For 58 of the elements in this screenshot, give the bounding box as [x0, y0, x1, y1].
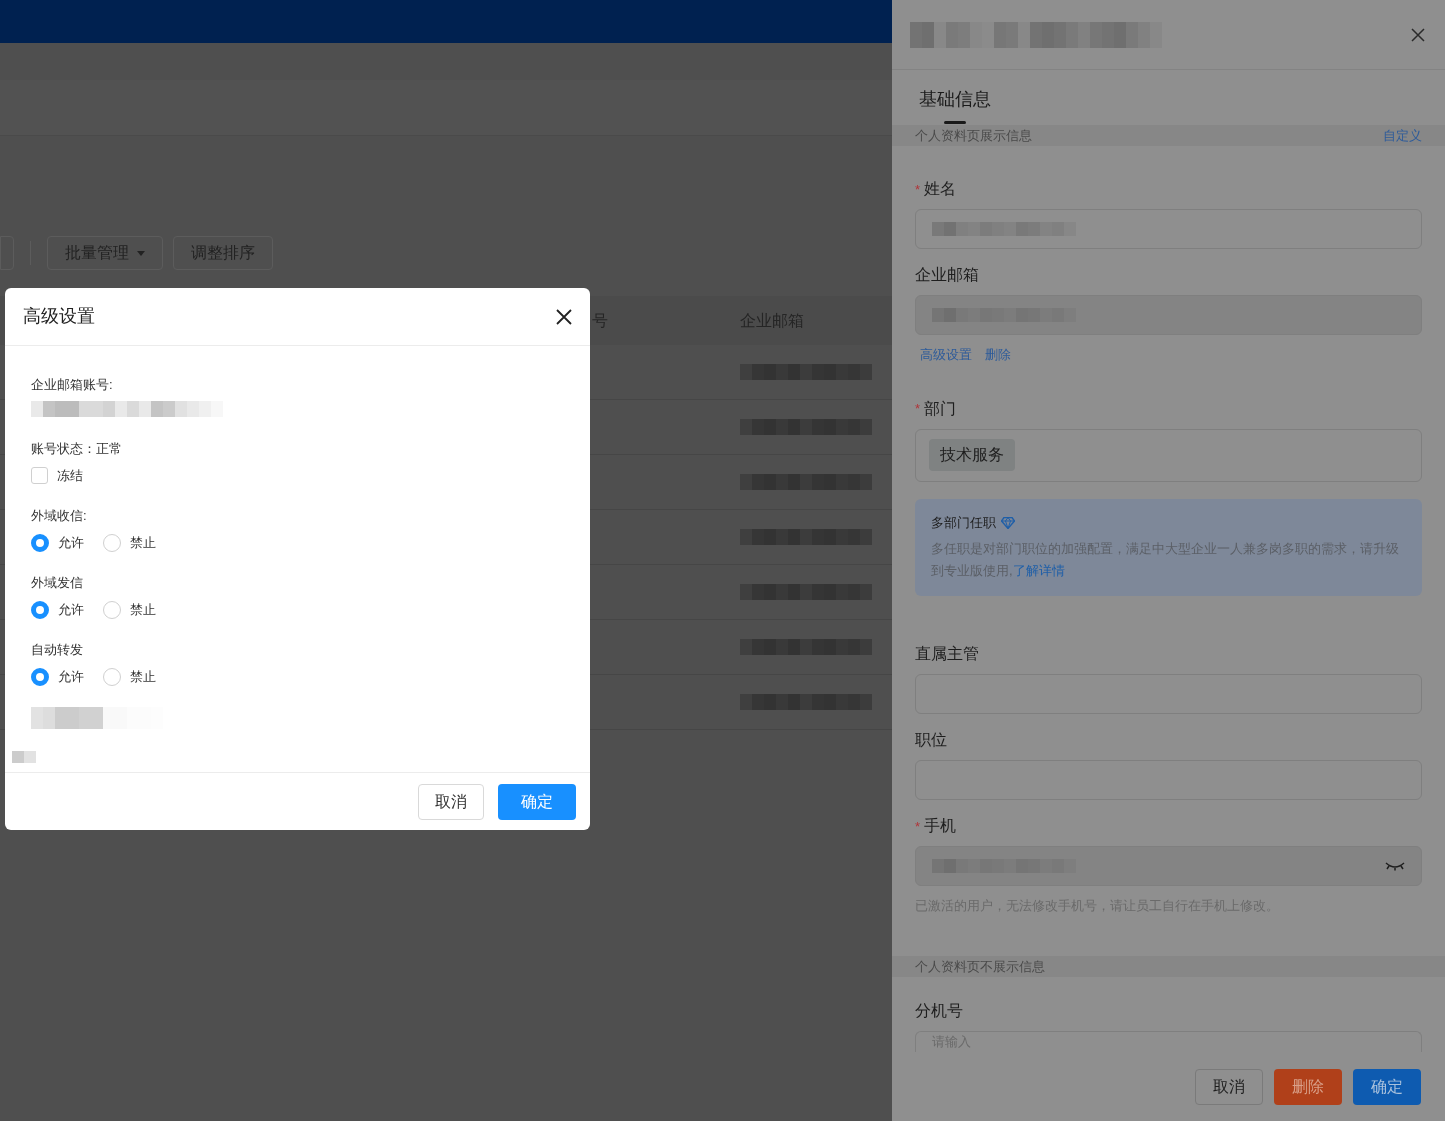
checkbox-option[interactable]: 冻结: [31, 466, 590, 486]
checkbox[interactable]: [31, 467, 48, 485]
field-label: 直属主管: [915, 644, 979, 665]
required-mark: *: [915, 817, 921, 836]
dialog-title: 高级设置: [23, 305, 95, 328]
confirm-button[interactable]: 确定: [1353, 1068, 1421, 1105]
input-field[interactable]: [915, 209, 1422, 250]
radio-option[interactable]: 允许: [31, 667, 84, 687]
diamond-icon: [1001, 516, 1015, 529]
input-field[interactable]: [915, 295, 1422, 336]
radio-button[interactable]: [31, 667, 49, 686]
eye-closed-icon[interactable]: [1385, 861, 1405, 872]
radio-label: 允许: [58, 601, 84, 619]
field-label: 部门: [924, 398, 957, 419]
radio-button[interactable]: [31, 600, 49, 619]
radio-label: 禁止: [130, 668, 156, 686]
close-icon[interactable]: [556, 308, 572, 325]
radio-label: 禁止: [130, 534, 156, 552]
checkbox-label: 冻结: [57, 467, 83, 485]
account-status: 账号状态：正常: [31, 439, 123, 458]
radio-label: 禁止: [130, 601, 156, 619]
caret-icon: [137, 250, 145, 256]
field-label: 自动转发: [31, 640, 84, 659]
required-mark: *: [915, 400, 921, 418]
radio-option[interactable]: 禁止: [103, 667, 156, 687]
radio-option[interactable]: 允许: [31, 533, 84, 553]
section-title: 个人资料页不展示信息: [915, 957, 1045, 976]
field-label: 姓名: [924, 179, 957, 200]
field-label: 外域收信:: [31, 506, 88, 525]
field-label: 分机号: [915, 1001, 963, 1021]
department-tag: 技术服务: [929, 439, 1015, 472]
blurred-text: [12, 750, 36, 763]
notice-title: 多部门任职: [931, 513, 996, 532]
field-label: 手机: [924, 816, 957, 837]
radio-button[interactable]: [103, 533, 121, 552]
action-link[interactable]: 删除: [985, 345, 1011, 365]
radio-button[interactable]: [103, 667, 121, 686]
field-label: 企业邮箱: [915, 265, 979, 286]
delete-button[interactable]: 删除: [1274, 1068, 1342, 1105]
radio-button[interactable]: [31, 533, 49, 552]
radio-button[interactable]: [103, 600, 121, 619]
cancel-button[interactable]: 取消: [1195, 1068, 1263, 1105]
input-field[interactable]: [915, 846, 1422, 887]
confirm-button[interactable]: 确定: [498, 783, 576, 820]
field-label: 企业邮箱账号:: [31, 376, 114, 394]
radio-option[interactable]: 禁止: [103, 533, 156, 553]
cancel-button[interactable]: 取消: [418, 783, 484, 820]
tab[interactable]: 基础信息: [919, 86, 991, 125]
required-mark: *: [915, 180, 921, 199]
radio-label: 允许: [58, 668, 84, 686]
field-label: 外域发信: [31, 573, 84, 592]
radio-option[interactable]: 允许: [31, 600, 84, 620]
field-label: 职位: [915, 730, 947, 751]
radio-option[interactable]: 禁止: [103, 600, 156, 620]
radio-label: 允许: [58, 534, 84, 552]
action-link[interactable]: 高级设置: [920, 345, 972, 365]
tag-field[interactable]: 技术服务: [915, 428, 1422, 482]
section-title: 个人资料页展示信息: [915, 126, 1032, 145]
